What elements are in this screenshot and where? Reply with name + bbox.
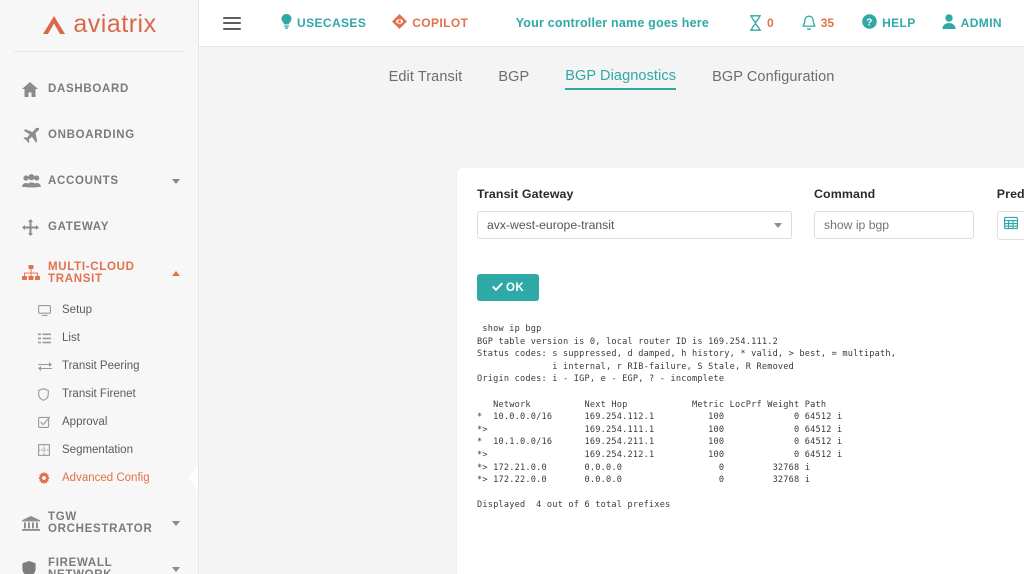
transit-gateway-value: avx-west-europe-transit <box>487 218 615 232</box>
sidebar-item-label: MULTI-CLOUD TRANSIT <box>48 261 135 285</box>
tab-bar: Edit Transit BGP BGP Diagnostics BGP Con… <box>199 47 1024 110</box>
gear-icon <box>38 472 62 484</box>
bank-icon <box>22 515 48 531</box>
aviatrix-chevron-icon <box>41 14 67 36</box>
bell-icon <box>802 15 816 31</box>
transit-gateway-label: Transit Gateway <box>477 187 574 201</box>
chevron-down-icon[interactable] <box>172 520 180 526</box>
chevron-down-icon[interactable] <box>172 566 180 572</box>
sidebar-item-onboarding[interactable]: ONBOARDING <box>0 112 198 158</box>
controller-name[interactable]: Your controller name goes here <box>516 16 709 30</box>
sidebar-item-advanced-config[interactable]: Advanced Config <box>0 464 198 492</box>
notifications-count: 35 <box>820 16 835 30</box>
command-field: Command <box>814 187 974 239</box>
user-icon <box>942 14 956 32</box>
admin-label: ADMIN <box>960 16 1002 30</box>
sidebar-item-multi-cloud-transit[interactable]: MULTI-CLOUD TRANSIT <box>0 250 198 296</box>
sidebar-item-transit-peering[interactable]: Transit Peering <box>0 352 198 380</box>
sidebar-item-segmentation[interactable]: Segmentation <box>0 436 198 464</box>
check-icon <box>492 282 503 294</box>
help-label: HELP <box>882 16 916 30</box>
predefined-show-list-field: Predefined Show List <box>996 187 1024 240</box>
sidebar-item-gateway[interactable]: GATEWAY <box>0 204 198 250</box>
sidebar-item-label: FIREWALL NETWORK <box>48 557 113 574</box>
tab-bgp-diagnostics[interactable]: BGP Diagnostics <box>565 68 677 90</box>
check-square-icon <box>38 416 62 428</box>
move-arrows-icon <box>22 218 48 236</box>
sidebar-item-label: Transit Firenet <box>62 388 136 400</box>
sidebar-item-approval[interactable]: Approval <box>0 408 198 436</box>
chevron-down-icon <box>774 222 782 228</box>
plane-icon <box>22 127 48 143</box>
sidebar-item-label: ONBOARDING <box>48 129 135 141</box>
tasks-count: 0 <box>767 16 774 30</box>
brand-logo[interactable]: aviatrix <box>14 0 184 52</box>
sidebar-item-label: Setup <box>62 304 93 316</box>
shield-solid-icon <box>22 561 48 574</box>
hourglass-icon <box>749 15 762 31</box>
sidebar-item-label: Segmentation <box>62 444 133 456</box>
help-circle-icon: ? <box>862 14 877 32</box>
brand-name: aviatrix <box>73 10 157 38</box>
tab-bgp[interactable]: BGP <box>498 69 529 89</box>
copilot-label: COPILOT <box>412 16 469 30</box>
sidebar-item-label: List <box>62 332 80 344</box>
table-icon <box>1004 216 1019 235</box>
bgp-diagnostics-card: Transit Gateway avx-west-europe-transit … <box>457 168 1024 574</box>
tab-bgp-configuration[interactable]: BGP Configuration <box>712 69 834 89</box>
main-area: USECASES COPILOT Your controller name go… <box>199 0 1024 574</box>
command-label: Command <box>814 187 876 201</box>
sidebar-item-label: Transit Peering <box>62 360 140 372</box>
diagnostics-form: Transit Gateway avx-west-europe-transit … <box>477 187 1024 240</box>
ok-label: OK <box>505 281 525 294</box>
app-root: aviatrix DASHBOARD ONBOARDING ACCOUNTS G… <box>0 0 1024 574</box>
sidebar-item-list[interactable]: List <box>0 324 198 352</box>
usecases-label: USECASES <box>297 16 367 30</box>
sidebar-submenu: Setup List Transit Peering Transit Firen… <box>0 296 198 492</box>
sidebar-item-label: TGW ORCHESTRATOR <box>48 511 153 535</box>
predefined-show-list-label: Predefined Show List <box>996 187 1024 201</box>
admin-link[interactable]: ADMIN <box>942 14 1002 32</box>
shield-icon <box>38 387 62 401</box>
sidebar-item-firewall-network[interactable]: FIREWALL NETWORK <box>0 546 198 574</box>
copilot-icon <box>392 14 408 32</box>
home-icon <box>22 81 48 97</box>
exchange-icon <box>38 361 62 372</box>
sidebar-item-label: GATEWAY <box>48 221 110 233</box>
lightbulb-icon <box>281 14 292 32</box>
sidebar-item-dashboard[interactable]: DASHBOARD <box>0 66 198 112</box>
copilot-link[interactable]: COPILOT <box>392 14 468 32</box>
sidebar-item-tgw-orchestrator[interactable]: TGW ORCHESTRATOR <box>0 500 198 546</box>
sidebar-item-label: Approval <box>62 416 108 428</box>
predefined-show-list-button[interactable] <box>996 211 1024 240</box>
help-link[interactable]: ? HELP <box>862 14 916 32</box>
tab-edit-transit[interactable]: Edit Transit <box>389 69 463 89</box>
sidebar-item-accounts[interactable]: ACCOUNTS <box>0 158 198 204</box>
users-icon <box>22 174 48 188</box>
sidebar-item-label: Advanced Config <box>62 472 150 484</box>
sitemap-icon <box>22 265 48 281</box>
sidebar-item-transit-firenet[interactable]: Transit Firenet <box>0 380 198 408</box>
svg-text:?: ? <box>866 17 873 28</box>
sidebar-item-setup[interactable]: Setup <box>0 296 198 324</box>
sidebar: aviatrix DASHBOARD ONBOARDING ACCOUNTS G… <box>0 0 199 574</box>
monitor-icon <box>38 304 62 316</box>
sidebar-item-label: ACCOUNTS <box>48 175 119 187</box>
segment-icon <box>38 444 62 456</box>
usecases-link[interactable]: USECASES <box>281 14 366 32</box>
hamburger-icon[interactable] <box>223 13 241 33</box>
ok-button[interactable]: OK <box>477 274 539 301</box>
chevron-down-icon[interactable] <box>172 178 180 184</box>
sidebar-item-label: DASHBOARD <box>48 83 130 95</box>
chevron-up-icon[interactable] <box>172 270 180 276</box>
notifications-indicator[interactable]: 35 <box>802 15 834 31</box>
list-icon <box>38 333 62 344</box>
transit-gateway-field: Transit Gateway avx-west-europe-transit <box>477 187 792 239</box>
bgp-console-output: show ip bgp BGP table version is 0, loca… <box>477 324 897 511</box>
command-input[interactable] <box>814 211 974 239</box>
transit-gateway-select[interactable]: avx-west-europe-transit <box>477 211 792 239</box>
sidebar-nav: DASHBOARD ONBOARDING ACCOUNTS GATEWAY MU… <box>0 52 198 574</box>
tasks-indicator[interactable]: 0 <box>749 15 774 31</box>
top-navigation-bar: USECASES COPILOT Your controller name go… <box>199 0 1024 47</box>
